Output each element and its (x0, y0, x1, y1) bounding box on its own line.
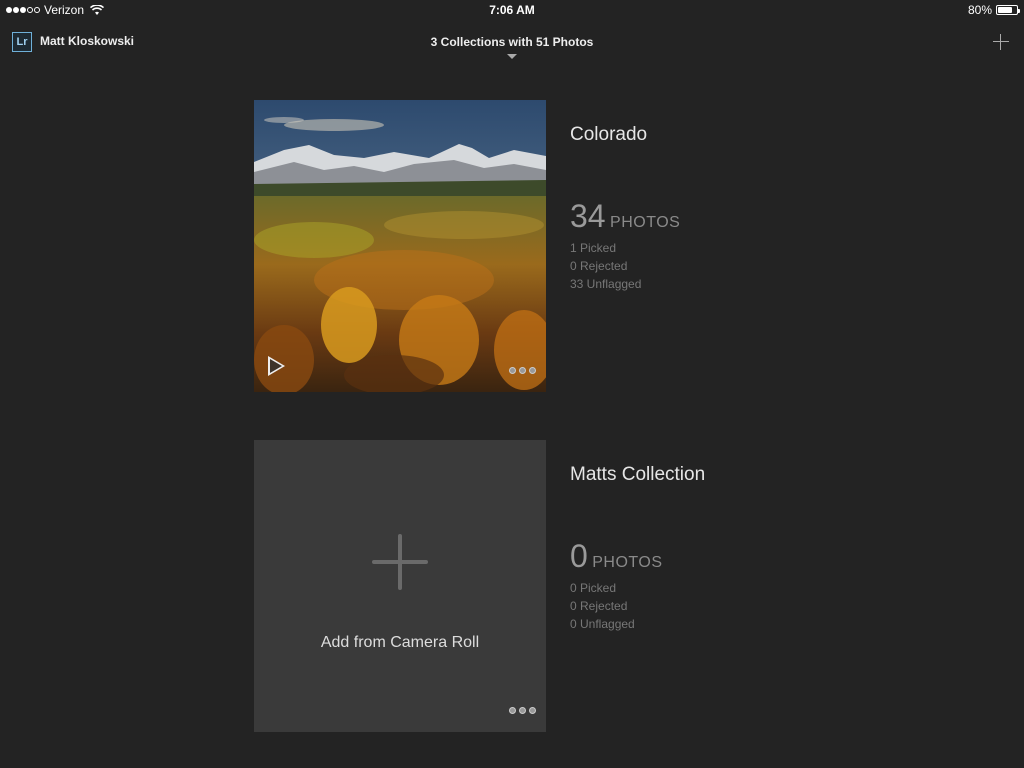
add-collection-button[interactable] (992, 33, 1010, 51)
collection-card-colorado: Colorado 34 PHOTOS 1 Picked 0 Rejected 3… (254, 100, 814, 392)
unflagged-count: 33 Unflagged (570, 277, 642, 291)
photo-count-number: 34 (570, 198, 606, 234)
battery-icon (996, 5, 1020, 15)
status-right: 80% (967, 3, 1020, 17)
collection-card-matts: Add from Camera Roll Matts Collection 0 … (254, 440, 814, 732)
nav-bar: Lr Matt Kloskowski 3 Collections with 51… (0, 20, 1024, 70)
battery-percent: 80% (967, 3, 992, 17)
clock: 7:06 AM (489, 3, 535, 17)
more-options-button[interactable] (509, 367, 536, 374)
collections-summary-title[interactable]: 3 Collections with 51 Photos (0, 35, 1024, 49)
collection-thumbnail[interactable] (254, 100, 546, 392)
more-options-button[interactable] (509, 707, 536, 714)
rejected-count: 0 Rejected (570, 259, 628, 273)
chevron-down-icon[interactable] (507, 54, 517, 59)
collection-name[interactable]: Colorado (570, 124, 647, 146)
photo-count-unit: PHOTOS (610, 214, 681, 231)
photo-count-number: 0 (570, 538, 588, 574)
picked-count: 1 Picked (570, 241, 617, 255)
plus-icon (372, 534, 428, 590)
unflagged-count: 0 Unflagged (570, 617, 635, 631)
status-bar: Verizon 7:06 AM 80% (0, 0, 1024, 20)
add-from-camera-roll-label: Add from Camera Roll (320, 634, 480, 651)
rejected-count: 0 Rejected (570, 599, 628, 613)
landscape-photo (254, 100, 546, 392)
photo-count: 34 PHOTOS (570, 198, 680, 235)
picked-count: 0 Picked (570, 581, 617, 595)
photo-count: 0 PHOTOS (570, 538, 663, 575)
play-slideshow-button[interactable] (268, 356, 285, 376)
collection-name[interactable]: Matts Collection (570, 464, 705, 486)
add-from-camera-roll-tile[interactable]: Add from Camera Roll (254, 440, 546, 732)
photo-count-unit: PHOTOS (592, 554, 663, 571)
